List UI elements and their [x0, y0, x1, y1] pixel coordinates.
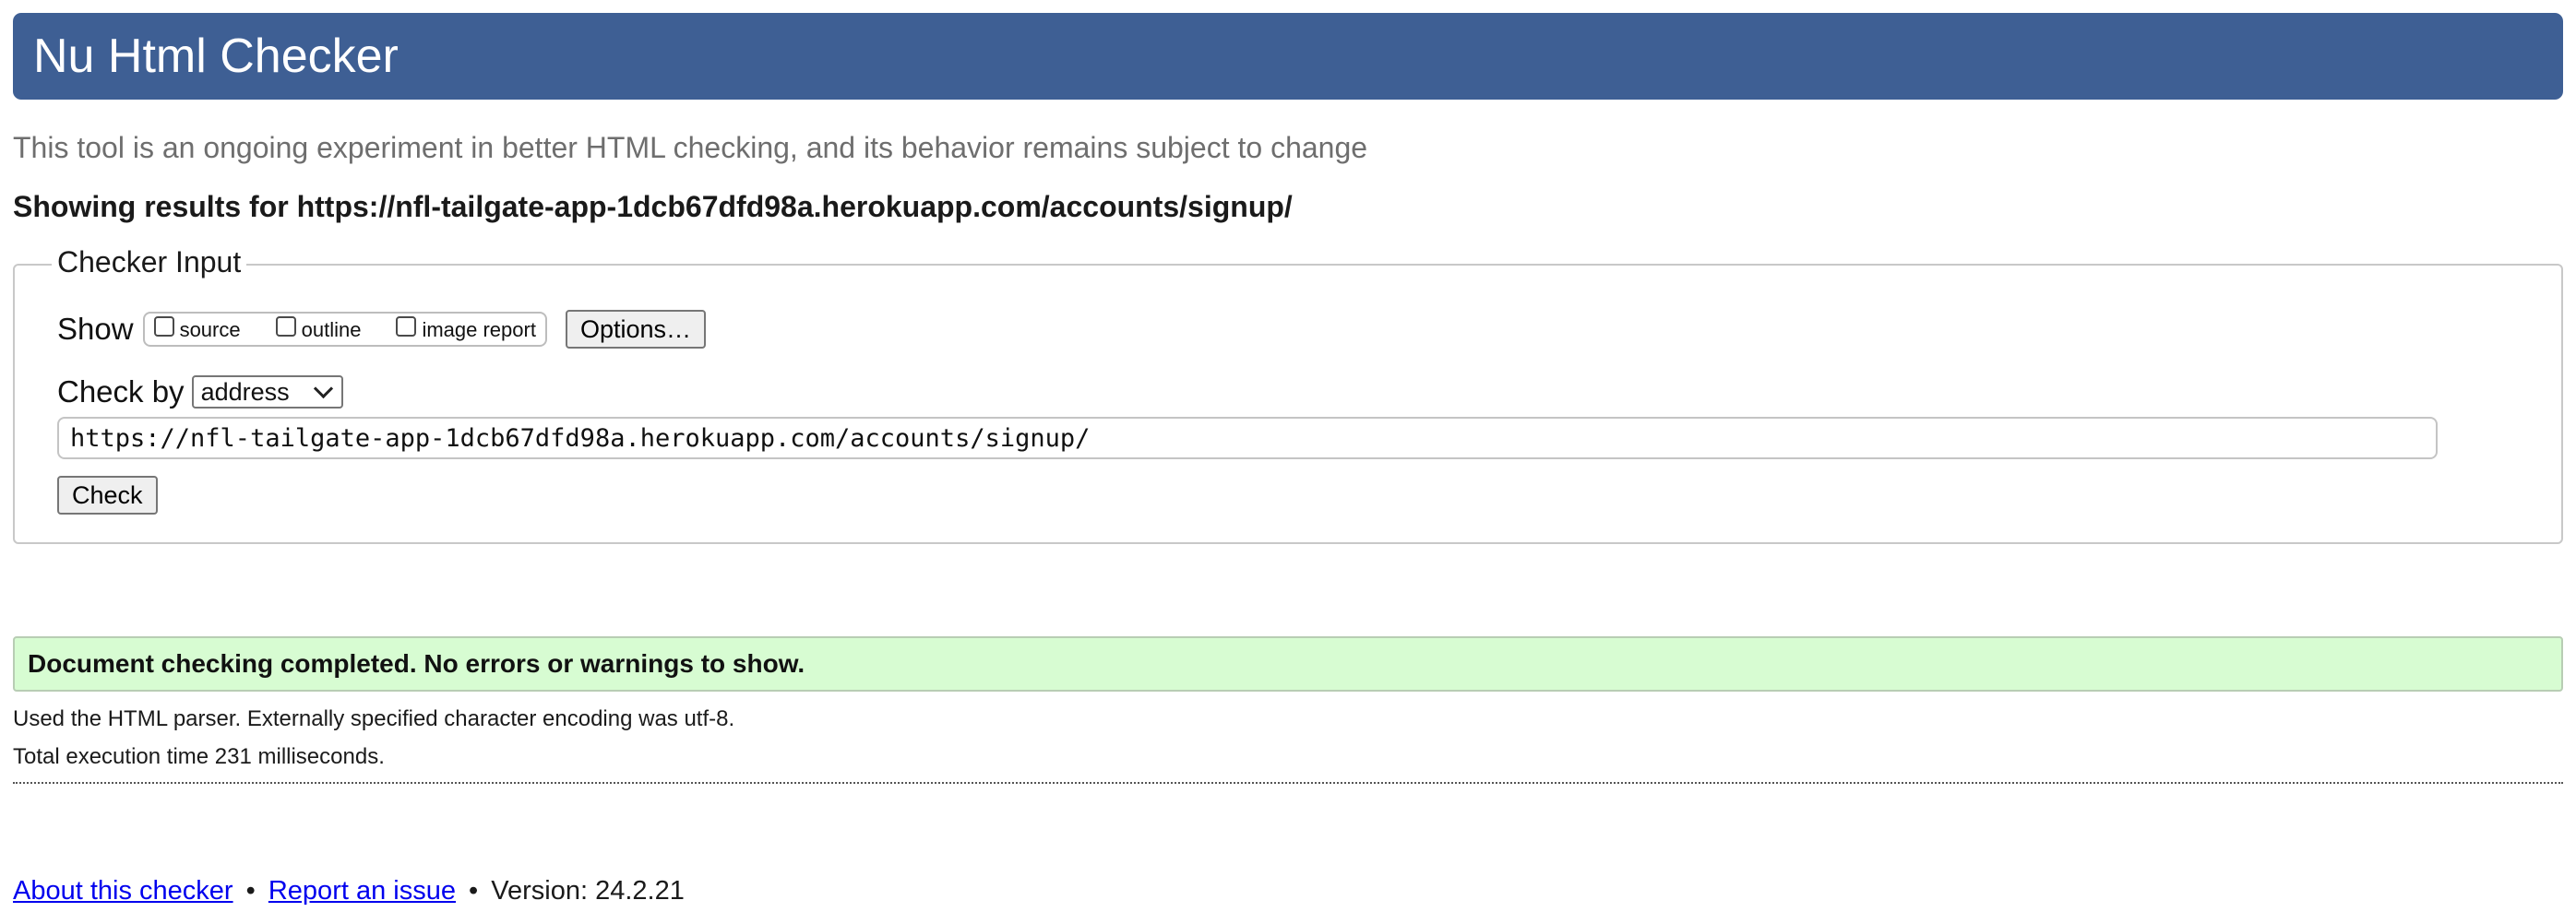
divider [13, 782, 2563, 784]
image-report-checkbox[interactable] [396, 316, 417, 337]
page-title: Nu Html Checker [33, 30, 399, 83]
outline-label: outline [301, 318, 362, 341]
show-image-report-option[interactable]: image report [396, 316, 536, 342]
source-checkbox[interactable] [153, 316, 174, 337]
chevron-down-icon [313, 378, 333, 398]
checker-input-fieldset: Checker Input Show source outline image … [13, 245, 2563, 544]
show-source-option[interactable]: source [153, 316, 241, 342]
timing-note: Total execution time 231 milliseconds. [13, 744, 385, 769]
parser-note: Used the HTML parser. Externally specifi… [13, 706, 735, 731]
show-outline-option[interactable]: outline [275, 316, 362, 342]
tagline: This tool is an ongoing experiment in be… [13, 131, 1368, 164]
version-text: Version: 24.2.21 [491, 876, 685, 906]
show-options-group: source outline image report [142, 312, 547, 347]
page: Nu Html Checker This tool is an ongoing … [0, 0, 2576, 924]
footer-separator: • [245, 876, 256, 906]
show-label: Show [57, 312, 134, 346]
url-input[interactable]: https://nfl-tailgate-app-1dcb67dfd98a.he… [57, 417, 2438, 459]
check-by-select[interactable]: address [191, 375, 343, 409]
footer: About this checker • Report an issue • V… [13, 876, 685, 906]
check-by-row: Check by address [57, 374, 343, 409]
image-report-label: image report [422, 318, 536, 341]
outline-checkbox[interactable] [275, 316, 296, 337]
check-button[interactable]: Check [57, 476, 158, 515]
header-bar: Nu Html Checker [13, 13, 2563, 100]
checker-input-legend: Checker Input [52, 245, 247, 279]
footer-separator: • [469, 876, 479, 906]
check-by-label: Check by [57, 374, 185, 409]
about-checker-link[interactable]: About this checker [13, 876, 233, 906]
report-issue-link[interactable]: Report an issue [268, 876, 456, 906]
check-by-selected-value: address [200, 377, 290, 406]
success-message: Document checking completed. No errors o… [13, 636, 2563, 692]
show-row: Show source outline image report Options… [57, 310, 707, 349]
options-button[interactable]: Options… [565, 310, 707, 349]
source-label: source [179, 318, 241, 341]
results-heading: Showing results for https://nfl-tailgate… [13, 190, 1293, 223]
